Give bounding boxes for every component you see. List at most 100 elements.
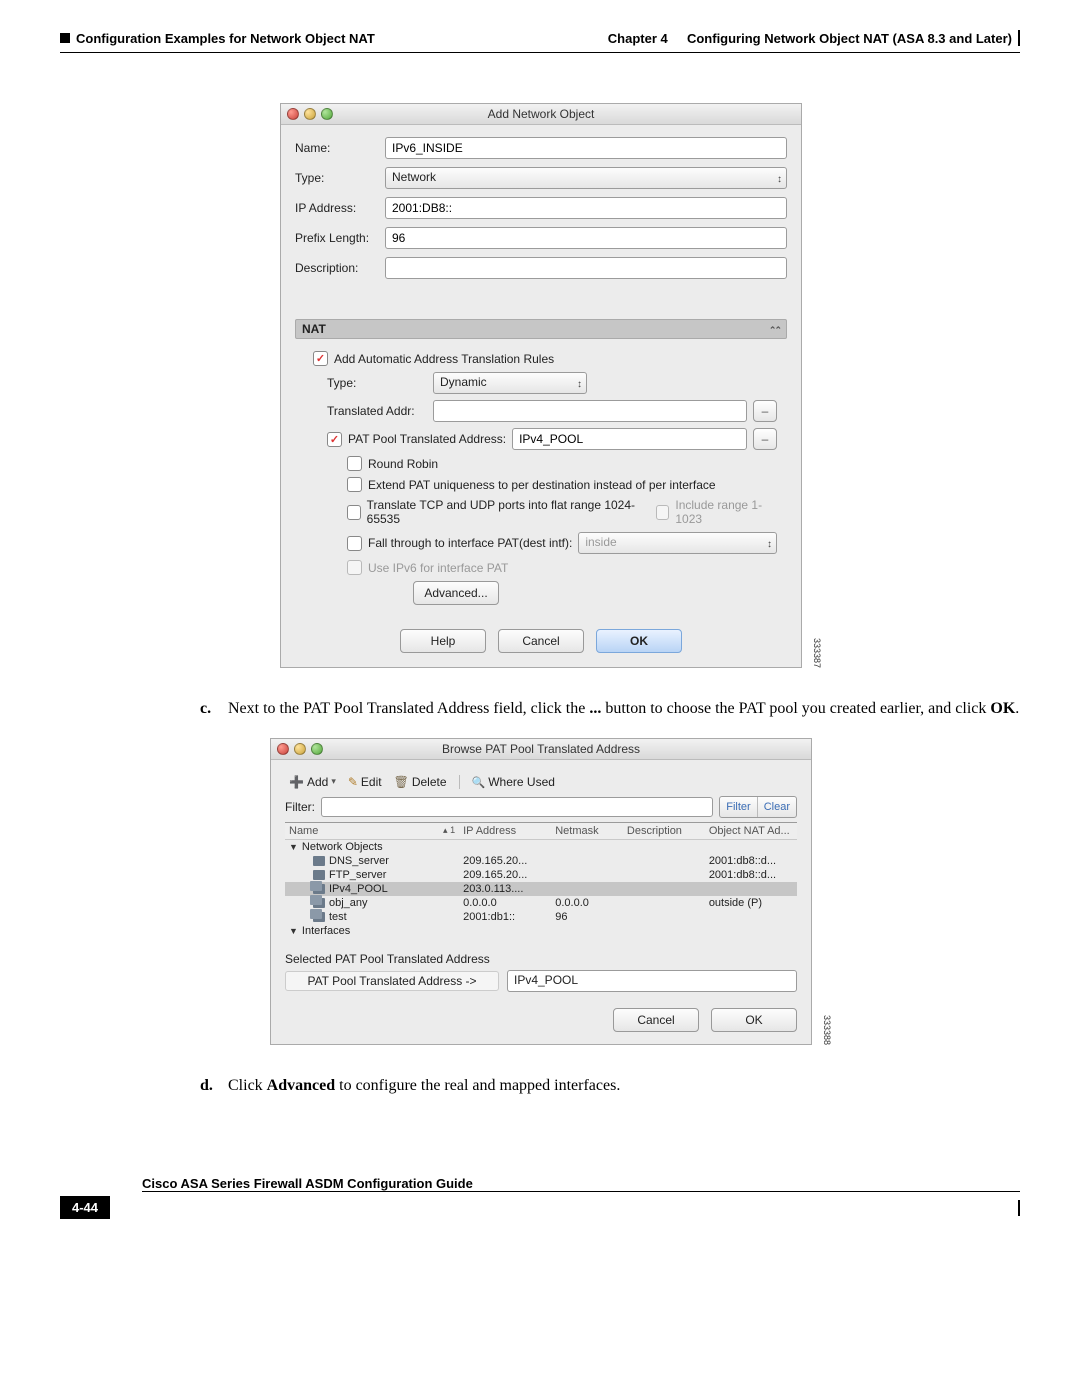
pat-pool-input[interactable] [512,428,747,450]
description-input[interactable] [385,257,787,279]
translated-addr-input[interactable] [433,400,747,422]
fall-through-value: inside [585,535,616,549]
pat-pool-browse-button[interactable]: – [753,428,777,450]
nat-type-select[interactable]: Dynamic ↕ [433,372,587,394]
table-row[interactable]: FTP_server209.165.20...2001:db8::d... [285,868,797,882]
extend-pat-checkbox[interactable] [347,477,362,492]
dialog-title: Add Network Object [287,107,795,121]
table-row[interactable]: IPv4_POOL203.0.113.... [285,882,797,896]
zoom-icon[interactable] [311,743,323,755]
header-bar-icon [1018,30,1020,46]
zoom-icon[interactable] [321,108,333,120]
name-input[interactable] [385,137,787,159]
plus-icon: ➕ [289,775,304,789]
translated-addr-label: Translated Addr: [327,404,427,418]
prefix-input[interactable] [385,227,787,249]
type-select[interactable]: Network ↕ [385,167,787,189]
clear-button[interactable]: Clear [758,797,796,817]
step-d-marker: d. [200,1075,228,1097]
col-desc[interactable]: Description [623,822,705,839]
minimize-icon[interactable] [304,108,316,120]
table-row[interactable]: DNS_server209.165.20...2001:db8::d... [285,854,797,868]
add-auto-rules-label: Add Automatic Address Translation Rules [334,352,554,366]
col-netmask[interactable]: Netmask [551,822,623,839]
round-robin-checkbox[interactable] [347,456,362,471]
add-button[interactable]: ➕ Add ▾ [285,774,340,790]
ok-button[interactable]: OK [596,629,682,653]
window-controls [287,108,333,120]
col-ip[interactable]: IP Address [459,822,551,839]
header-rule [60,52,1020,53]
collapse-icon [769,322,780,336]
use-ipv6-checkbox[interactable] [347,560,362,575]
step-d-text: Click Advanced to configure the real and… [228,1075,620,1097]
filter-label: Filter: [285,800,315,814]
figure-code: 333387 [812,638,822,668]
col-name[interactable]: Name ▴ 1 [285,822,459,839]
ip-input[interactable] [385,197,787,219]
header-square-icon [60,33,70,43]
table-row[interactable]: test2001:db1::96 [285,910,797,924]
translated-addr-browse-button[interactable]: – [753,400,777,422]
type-label: Type: [295,171,385,185]
page: Configuration Examples for Network Objec… [0,0,1080,1259]
include-range-checkbox[interactable] [656,505,670,520]
translate-flat-label: Translate TCP and UDP ports into flat ra… [367,498,637,526]
trash-icon: 🗑 [394,775,409,789]
page-footer: Cisco ASA Series Firewall ASDM Configura… [60,1176,1020,1219]
section-title: Configuration Examples for Network Objec… [76,31,375,46]
chevron-updown-icon: ↕ [577,376,582,394]
extend-pat-label: Extend PAT uniqueness to per destination… [368,478,716,492]
translate-flat-checkbox[interactable] [347,505,361,520]
guide-title: Cisco ASA Series Firewall ASDM Configura… [142,1176,473,1191]
include-range-label: Include range 1-1023 [675,498,777,526]
figure-code: 333388 [822,1015,832,1045]
prefix-label: Prefix Length: [295,231,385,245]
nat-type-label: Type: [327,376,427,390]
object-icon [313,856,325,866]
object-icon [313,870,325,880]
category-network-objects[interactable]: Network Objects [285,839,797,854]
close-icon[interactable] [287,108,299,120]
dialog-title: Browse PAT Pool Translated Address [277,742,805,756]
pat-pool-checkbox[interactable] [327,432,342,447]
object-icon [313,912,325,922]
close-icon[interactable] [277,743,289,755]
selected-field-label: PAT Pool Translated Address -> [285,971,499,991]
dialog-titlebar: Add Network Object [281,104,801,125]
footer-bar-icon [1018,1200,1020,1216]
selected-field-value[interactable]: IPv4_POOL [507,970,797,992]
chevron-updown-icon: ↕ [777,171,782,189]
filter-input[interactable] [321,797,713,817]
category-interfaces[interactable]: Interfaces [285,924,797,938]
cancel-button[interactable]: Cancel [498,629,584,653]
objects-table: Name ▴ 1 IP Address Netmask Description … [285,822,797,938]
add-auto-rules-checkbox[interactable] [313,351,328,366]
nat-section-header[interactable]: NAT [295,319,787,339]
object-icon [313,884,325,894]
chapter-number: Chapter 4 [608,31,668,46]
add-network-object-dialog: Add Network Object Name: Type: Network ↕… [280,103,802,668]
help-button[interactable]: Help [400,629,486,653]
triangle-down-icon [289,841,302,853]
selected-heading: Selected PAT Pool Translated Address [285,952,797,966]
nat-type-value: Dynamic [440,375,487,389]
fall-through-select[interactable]: inside ↕ [578,532,777,554]
delete-button[interactable]: 🗑 Delete [390,774,451,790]
step-c-marker: c. [200,698,228,720]
fall-through-checkbox[interactable] [347,536,362,551]
col-nat[interactable]: Object NAT Ad... [705,822,797,839]
instruction-step-d: d. Click Advanced to configure the real … [200,1075,1020,1097]
cancel-button[interactable]: Cancel [613,1008,699,1032]
filter-button[interactable]: Filter [720,797,757,817]
description-label: Description: [295,261,385,275]
table-row[interactable]: obj_any0.0.0.00.0.0.0outside (P) [285,896,797,910]
browse-pat-pool-dialog: Browse PAT Pool Translated Address ➕ Add… [270,738,812,1045]
fall-through-label: Fall through to interface PAT(dest intf)… [368,536,572,550]
ok-button[interactable]: OK [711,1008,797,1032]
window-controls [277,743,323,755]
edit-button[interactable]: ✎ Edit [344,774,386,790]
minimize-icon[interactable] [294,743,306,755]
where-used-button[interactable]: Where Used [468,774,559,790]
advanced-button[interactable]: Advanced... [413,581,499,605]
